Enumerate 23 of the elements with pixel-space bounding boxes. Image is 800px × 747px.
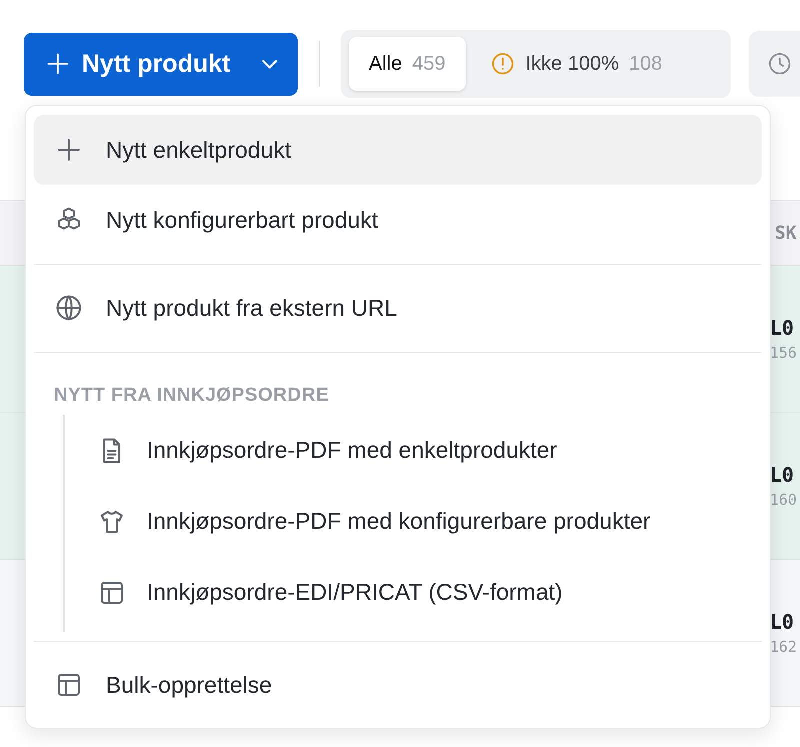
globe-icon bbox=[54, 293, 84, 323]
id-text: 160 bbox=[770, 491, 798, 509]
filter-tab[interactable]: Alle 459 bbox=[349, 37, 466, 91]
menu-item[interactable]: Nytt produkt fra ekstern URL bbox=[34, 273, 762, 343]
menu-item[interactable]: Bulk-opprettelse bbox=[34, 650, 762, 720]
menu-item[interactable]: Innkjøpsordre-PDF med enkeltprodukter bbox=[69, 415, 762, 486]
filter-tab[interactable] bbox=[749, 31, 800, 97]
warning-icon bbox=[490, 51, 516, 77]
new-product-button[interactable]: Nytt produkt bbox=[24, 32, 298, 96]
menu-item[interactable]: Nytt enkeltprodukt bbox=[34, 115, 762, 185]
sku-text: L0 bbox=[770, 463, 796, 487]
id-text: 156 bbox=[770, 344, 798, 362]
section-heading: NYTT FRA INNKJØPSORDRE bbox=[53, 384, 330, 408]
clock-icon bbox=[767, 51, 793, 77]
chevron-down-icon bbox=[262, 60, 278, 68]
menu-item[interactable]: Innkjøpsordre-PDF med konfigurerbare produkter bbox=[69, 486, 762, 557]
menu-item[interactable]: Nytt konfigurerbart produkt bbox=[34, 185, 762, 255]
sku-text: L0 bbox=[770, 316, 796, 340]
menu-item[interactable]: Innkjøpsordre-EDI/PRICAT (CSV-format) bbox=[69, 557, 762, 628]
column-header: SK bbox=[775, 222, 797, 244]
sku-text: L0 bbox=[770, 610, 796, 634]
filter-tab[interactable]: Ikke 100% 108 bbox=[470, 37, 682, 91]
id-text: 162 bbox=[770, 638, 798, 656]
